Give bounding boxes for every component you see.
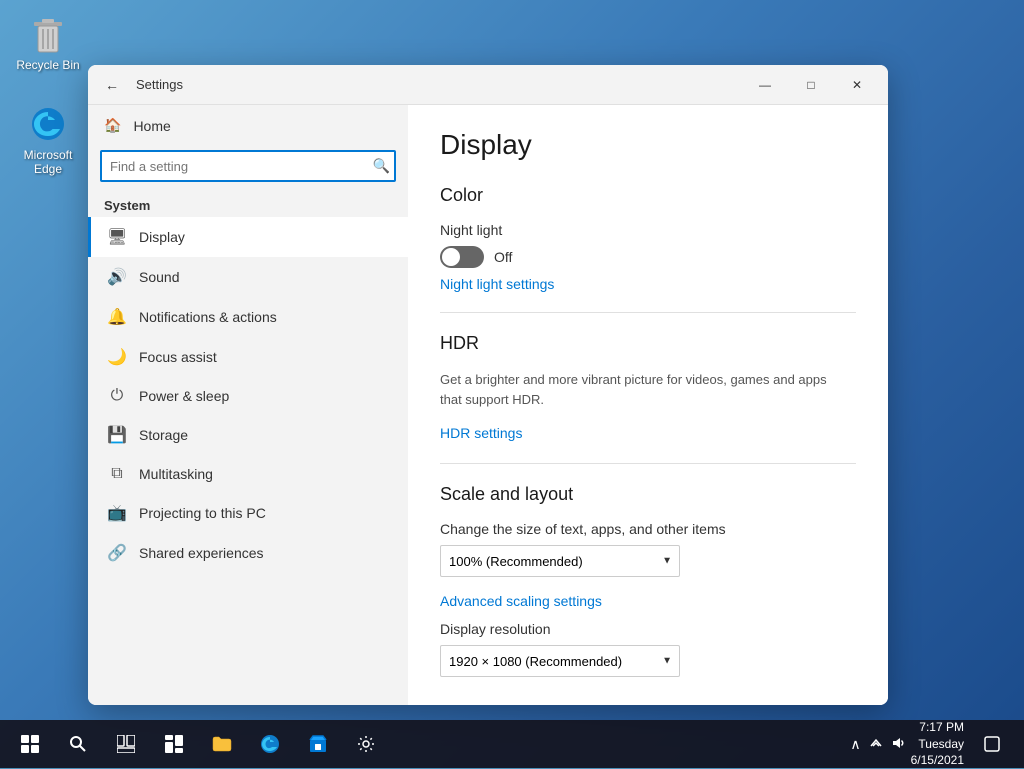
sidebar-multitasking-label: Multitasking <box>139 466 213 482</box>
search-box: 🔍 <box>100 150 396 182</box>
sidebar-item-storage[interactable]: 💾 Storage <box>88 415 408 455</box>
recycle-bin-image <box>28 14 68 54</box>
resolution-setting: Display resolution 1920 × 1080 (Recommen… <box>440 621 856 685</box>
start-button[interactable] <box>8 722 52 766</box>
close-button[interactable]: ✕ <box>834 69 880 101</box>
search-button[interactable] <box>56 722 100 766</box>
focus-icon: 🌙 <box>107 347 127 367</box>
sidebar-item-power[interactable]: ⏻ Power & sleep <box>88 377 408 415</box>
edge-label: Microsoft Edge <box>14 148 82 176</box>
notification-button[interactable] <box>970 722 1014 766</box>
sidebar-item-projecting[interactable]: 📺 Projecting to this PC <box>88 493 408 533</box>
sidebar-power-label: Power & sleep <box>139 388 229 404</box>
sidebar-focus-label: Focus assist <box>139 349 217 365</box>
shared-icon: 🔗 <box>107 543 127 563</box>
scale-setting: Change the size of text, apps, and other… <box>440 521 856 609</box>
scale-divider <box>440 463 856 464</box>
window-body: 🏠 Home 🔍 System 🖥 Display 🔊 Sound <box>88 105 888 705</box>
night-light-toggle-row: Off <box>440 246 856 268</box>
search-icon: 🔍 <box>373 158 390 175</box>
color-section-title: Color <box>440 185 856 206</box>
recycle-bin-label: Recycle Bin <box>16 58 79 72</box>
sound-tray-icon[interactable] <box>891 736 905 753</box>
sidebar-storage-label: Storage <box>139 427 188 443</box>
resolution-label: Display resolution <box>440 621 856 637</box>
multitasking-icon: ⧉ <box>107 465 127 483</box>
minimize-button[interactable]: — <box>742 69 788 101</box>
sidebar-item-shared[interactable]: 🔗 Shared experiences <box>88 533 408 573</box>
sidebar-display-label: Display <box>139 229 185 245</box>
scale-dropdown-wrapper: 100% (Recommended) 125% 150% 175% ▼ <box>440 545 680 577</box>
home-label: Home <box>133 118 170 134</box>
settings-taskbar-button[interactable] <box>344 722 388 766</box>
clock-time: 7:17 PM <box>911 719 964 736</box>
explorer-button[interactable] <box>200 722 244 766</box>
network-icon[interactable] <box>869 736 883 753</box>
hdr-settings-link[interactable]: HDR settings <box>440 425 522 441</box>
sound-icon: 🔊 <box>107 267 127 287</box>
projecting-icon: 📺 <box>107 503 127 523</box>
window-title: Settings <box>136 77 742 92</box>
hdr-section-title: HDR <box>440 333 856 354</box>
clock[interactable]: 7:17 PM Tuesday 6/15/2021 <box>911 719 964 769</box>
sidebar-home[interactable]: 🏠 Home <box>88 105 408 146</box>
widgets-button[interactable] <box>152 722 196 766</box>
system-section-label: System <box>88 190 408 217</box>
display-icon: 🖥 <box>107 227 127 247</box>
back-button[interactable]: ← <box>96 69 128 101</box>
night-light-settings-link[interactable]: Night light settings <box>440 276 856 292</box>
scale-dropdown[interactable]: 100% (Recommended) 125% 150% 175% <box>440 545 680 577</box>
page-title: Display <box>440 129 856 161</box>
taskbar-left <box>0 722 388 766</box>
clock-date: 6/15/2021 <box>911 752 964 769</box>
advanced-scaling-link[interactable]: Advanced scaling settings <box>440 593 856 609</box>
store-button[interactable] <box>296 722 340 766</box>
night-light-state: Off <box>494 249 512 265</box>
clock-day: Tuesday <box>911 736 964 753</box>
scale-section-title: Scale and layout <box>440 484 856 505</box>
maximize-button[interactable]: □ <box>788 69 834 101</box>
sidebar-projecting-label: Projecting to this PC <box>139 505 266 521</box>
sidebar-shared-label: Shared experiences <box>139 545 264 561</box>
power-icon: ⏻ <box>107 387 127 405</box>
sidebar-item-multitasking[interactable]: ⧉ Multitasking <box>88 455 408 493</box>
sidebar-item-focus[interactable]: 🌙 Focus assist <box>88 337 408 377</box>
sidebar-item-sound[interactable]: 🔊 Sound <box>88 257 408 297</box>
resolution-dropdown-wrapper: 1920 × 1080 (Recommended) ▼ <box>440 645 680 677</box>
hdr-divider <box>440 312 856 313</box>
home-icon: 🏠 <box>104 117 121 134</box>
tray-icons: ∧ <box>850 736 904 753</box>
taskbar: ∧ 7:17 PM Tuesday 6/15/2021 <box>0 720 1024 768</box>
scale-label: Change the size of text, apps, and other… <box>440 521 856 537</box>
taskbar-right: ∧ 7:17 PM Tuesday 6/15/2021 <box>850 719 1024 769</box>
notifications-icon: 🔔 <box>107 307 127 327</box>
sidebar-notifications-label: Notifications & actions <box>139 309 277 325</box>
sidebar-item-notifications[interactable]: 🔔 Notifications & actions <box>88 297 408 337</box>
tray-chevron[interactable]: ∧ <box>850 736 860 753</box>
edge-image <box>28 104 68 144</box>
night-light-toggle[interactable] <box>440 246 484 268</box>
sidebar-item-display[interactable]: 🖥 Display <box>88 217 408 257</box>
edge-taskbar-button[interactable] <box>248 722 292 766</box>
search-input[interactable] <box>100 150 396 182</box>
window-controls: — □ ✕ <box>742 69 880 101</box>
desktop: Recycle Bin Microsoft Edge ← Settings — … <box>0 0 1024 768</box>
night-light-label: Night light <box>440 222 856 238</box>
resolution-dropdown[interactable]: 1920 × 1080 (Recommended) <box>440 645 680 677</box>
storage-icon: 💾 <box>107 425 127 445</box>
night-light-setting: Night light Off Night light settings <box>440 222 856 292</box>
sidebar-sound-label: Sound <box>139 269 179 285</box>
task-view-button[interactable] <box>104 722 148 766</box>
edge-desktop-icon[interactable]: Microsoft Edge <box>10 100 86 180</box>
title-bar: ← Settings — □ ✕ <box>88 65 888 105</box>
settings-window: ← Settings — □ ✕ 🏠 Home 🔍 System <box>88 65 888 705</box>
recycle-bin-icon[interactable]: Recycle Bin <box>10 10 86 76</box>
main-content: Display Color Night light Off Night ligh… <box>408 105 888 705</box>
hdr-description: Get a brighter and more vibrant picture … <box>440 370 856 409</box>
sidebar: 🏠 Home 🔍 System 🖥 Display 🔊 Sound <box>88 105 408 705</box>
